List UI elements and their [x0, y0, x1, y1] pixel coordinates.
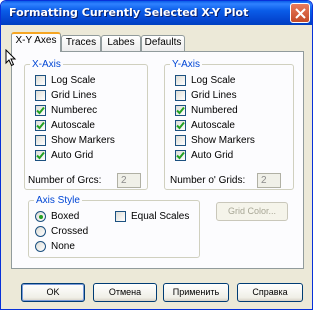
tab-xy-axes[interactable]: X-Y Axes: [11, 32, 61, 52]
axis-style-legend: Axis Style: [34, 195, 82, 206]
x-axis-checkbox[interactable]: [35, 120, 46, 131]
checkmark-icon: [176, 106, 185, 115]
x-axis-option-label: Auto Grid: [51, 150, 94, 161]
y-num-grids-input[interactable]: 2: [257, 173, 281, 188]
tab-panel: X-Axis Log Scale Grid Lines Numberec Autosc…: [11, 51, 304, 269]
grid-color-button[interactable]: Grid Color...: [216, 202, 288, 221]
radio-selected-dot: [38, 214, 43, 219]
y-axis-checkbox[interactable]: [175, 150, 186, 161]
checkmark-icon: [36, 121, 45, 130]
checkmark-icon: [176, 151, 185, 160]
x-axis-checkbox[interactable]: [35, 75, 46, 86]
x-axis-checkbox[interactable]: [35, 105, 46, 116]
radio-button[interactable]: [35, 241, 46, 252]
checkmark-icon: [176, 121, 185, 130]
y-axis-checkbox[interactable]: [175, 90, 186, 101]
y-axis-option-label: Log Scale: [191, 75, 236, 86]
x-axis-option-label: Grid Lines: [51, 90, 97, 101]
y-axis-legend: Y-Axis: [170, 59, 202, 70]
equal-scales-box[interactable]: [115, 211, 126, 222]
y-axis-checkbox[interactable]: [175, 135, 186, 146]
y-axis-option-label: Autoscale: [191, 120, 235, 131]
equal-scales-label: Equal Scales: [131, 211, 190, 222]
x-axis-group: X-Axis Log Scale Grid Lines Numberec Autosc…: [24, 59, 148, 190]
x-axis-checkbox[interactable]: [35, 90, 46, 101]
y-axis-option-label: Auto Grid: [191, 150, 234, 161]
cancel-button[interactable]: Отмена: [93, 283, 157, 302]
axis-style-label: Boxed: [51, 211, 80, 222]
tab-traces[interactable]: Traces: [61, 35, 101, 51]
y-axis-checkbox[interactable]: [175, 105, 186, 116]
y-num-grids-label: Number o' Grids:: [170, 175, 246, 186]
tab-defaults[interactable]: Defaults: [141, 35, 185, 51]
window-title: Formatting Currently Selected X-Y Plot: [9, 6, 249, 19]
y-axis-checkbox[interactable]: [175, 120, 186, 131]
y-axis-option-label: Show Markers: [191, 135, 255, 146]
mouse-pointer-icon: [5, 49, 17, 67]
x-num-grids-label: Number of Grcs:: [28, 175, 102, 186]
axis-style-label: Crossed: [51, 226, 89, 237]
y-axis-option-label: Numbered: [191, 105, 238, 116]
x-axis-checkbox[interactable]: [35, 135, 46, 146]
axis-style-label: None: [51, 241, 75, 252]
radio-button[interactable]: [35, 211, 46, 222]
y-axis-option-label: Grid Lines: [191, 90, 237, 101]
title-bar[interactable]: Formatting Currently Selected X-Y Plot: [1, 1, 312, 25]
close-icon: [295, 8, 306, 19]
x-axis-option-label: Show Markers: [51, 135, 115, 146]
dialog-window: Formatting Currently Selected X-Y Plot X…: [0, 0, 313, 310]
x-axis-checkbox[interactable]: [35, 150, 46, 161]
y-axis-checkbox[interactable]: [175, 75, 186, 86]
help-button[interactable]: Справка: [237, 283, 303, 302]
apply-button[interactable]: Применить: [163, 283, 229, 302]
close-button[interactable]: [290, 3, 310, 23]
x-axis-option-label: Log Scale: [51, 75, 96, 86]
x-axis-option-label: Numberec: [51, 105, 98, 116]
x-axis-option-label: Autoscale: [51, 120, 95, 131]
tab-labes[interactable]: Labes: [101, 35, 141, 51]
radio-button[interactable]: [35, 226, 46, 237]
ok-button[interactable]: OK: [21, 283, 85, 302]
axis-style-group: Axis Style Boxed Crossed None Equal Scales: [28, 195, 200, 258]
checkmark-icon: [36, 151, 45, 160]
x-axis-legend: X-Axis: [30, 59, 63, 70]
x-num-grids-input[interactable]: 2: [117, 173, 141, 188]
checkmark-icon: [36, 106, 45, 115]
y-axis-group: Y-Axis Log Scale Grid Lines Numbered Autosc…: [164, 59, 294, 190]
